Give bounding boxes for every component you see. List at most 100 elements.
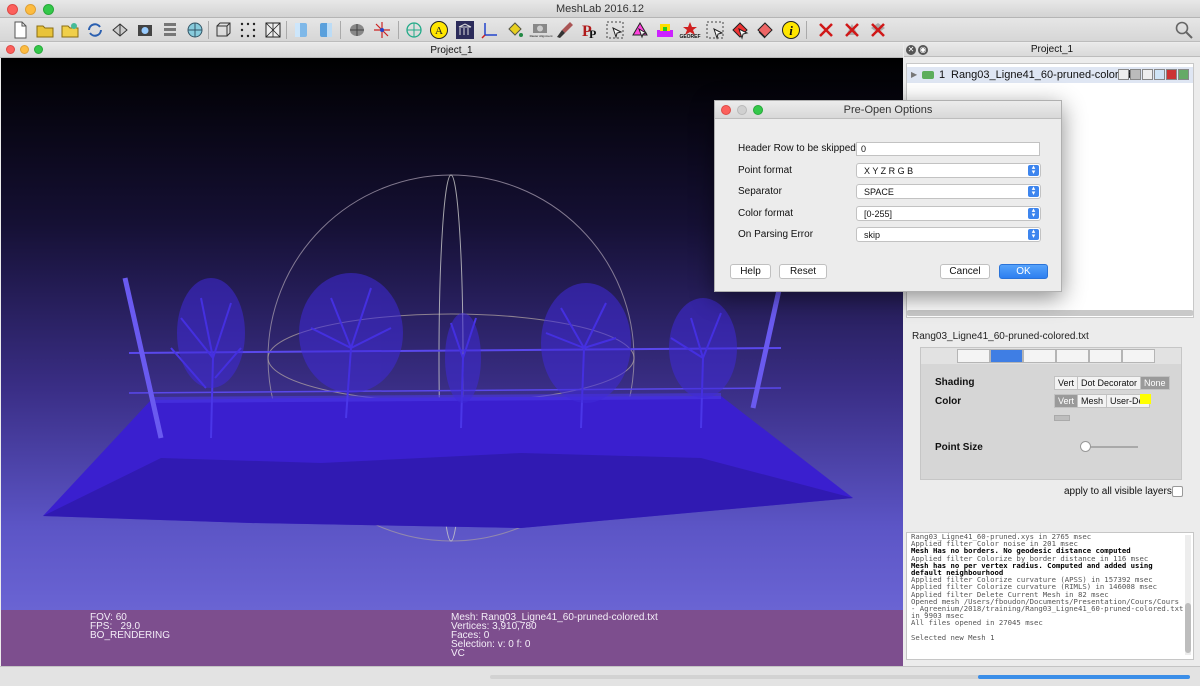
tab-texture[interactable] bbox=[1089, 349, 1122, 363]
annotation-a-icon[interactable]: A bbox=[429, 20, 449, 40]
reset-button[interactable]: Reset bbox=[779, 264, 827, 279]
mesh-tool-icon[interactable] bbox=[347, 20, 367, 40]
points-icon[interactable] bbox=[238, 20, 258, 40]
bounding-box-icon[interactable] bbox=[213, 20, 233, 40]
svg-text:A: A bbox=[435, 25, 443, 37]
points-mini-icon[interactable] bbox=[1130, 69, 1141, 80]
shade-mini-icon[interactable] bbox=[1154, 69, 1165, 80]
layer-panel-titlebar: ✕ ◉ Project_1 bbox=[904, 43, 1200, 57]
trackball-icon[interactable] bbox=[404, 20, 424, 40]
float-panel-icon[interactable]: ◉ bbox=[918, 45, 928, 55]
select-edit-icon[interactable] bbox=[755, 20, 775, 40]
info-icon[interactable]: i bbox=[781, 20, 801, 40]
select-face-icon[interactable] bbox=[630, 20, 650, 40]
mesh-info: Mesh: Rang03_Ligne41_60-pruned-colored.t… bbox=[451, 613, 658, 659]
minimize-viewport-button[interactable] bbox=[20, 45, 29, 54]
separator-select[interactable]: SPACE ▴ ▾ bbox=[856, 184, 1041, 199]
close-panel-icon[interactable]: ✕ bbox=[906, 45, 916, 55]
zoom-viewport-button[interactable] bbox=[34, 45, 43, 54]
search-icon[interactable] bbox=[1174, 20, 1194, 40]
vc-text: VC bbox=[451, 648, 465, 659]
wireframe-icon[interactable] bbox=[263, 20, 283, 40]
open-project-icon[interactable] bbox=[60, 20, 80, 40]
texture-mini-icon[interactable] bbox=[1166, 69, 1177, 80]
wire-mini-icon[interactable] bbox=[1142, 69, 1153, 80]
shading-vert-option[interactable]: Vert bbox=[1054, 376, 1079, 390]
globe-icon[interactable] bbox=[185, 20, 205, 40]
tab-wireframe[interactable] bbox=[1023, 349, 1056, 363]
museum-icon[interactable] bbox=[455, 20, 475, 40]
ok-button[interactable]: OK bbox=[999, 264, 1048, 279]
zoom-window-button[interactable] bbox=[43, 4, 54, 15]
delete-all-icon[interactable] bbox=[868, 20, 888, 40]
color-format-select[interactable]: [0-255] ▴ ▾ bbox=[856, 206, 1041, 221]
point-format-select[interactable]: X Y Z R G B ▴ ▾ bbox=[856, 163, 1041, 178]
user-color-swatch[interactable] bbox=[1140, 394, 1151, 404]
pp-icon[interactable]: PP bbox=[580, 20, 600, 41]
shading-none-option[interactable]: None bbox=[1140, 376, 1170, 390]
select-connected-icon[interactable] bbox=[730, 20, 750, 40]
reload-icon[interactable] bbox=[85, 20, 105, 40]
layer-list-scrollbar[interactable] bbox=[906, 310, 1194, 316]
color-picker-button[interactable] bbox=[1054, 415, 1070, 421]
dialog-zoom-button[interactable] bbox=[753, 105, 763, 115]
visibility-eye-icon[interactable] bbox=[922, 71, 934, 79]
tab-points[interactable] bbox=[990, 349, 1023, 363]
help-button[interactable]: Help bbox=[730, 264, 771, 279]
dialog-close-button[interactable] bbox=[721, 105, 731, 115]
cancel-button[interactable]: Cancel bbox=[940, 264, 990, 279]
delete-face-icon[interactable] bbox=[842, 20, 862, 40]
new-document-icon[interactable] bbox=[10, 20, 30, 40]
tab-solid[interactable] bbox=[1056, 349, 1089, 363]
color-paint-icon[interactable] bbox=[655, 20, 675, 40]
flat-shading-icon[interactable] bbox=[291, 20, 311, 40]
delete-vert-icon[interactable] bbox=[816, 20, 836, 40]
close-viewport-button[interactable] bbox=[6, 45, 15, 54]
camera-icon[interactable]: Raster Alignment bbox=[530, 20, 552, 40]
log-line: All files opened in 27045 msec bbox=[911, 618, 1043, 628]
shading-dot-decorator-option[interactable]: Dot Decorator bbox=[1077, 376, 1142, 390]
snapshot-icon[interactable] bbox=[135, 20, 155, 40]
select-vertex-icon[interactable] bbox=[605, 20, 625, 40]
select-area-icon[interactable] bbox=[705, 20, 725, 40]
box-mini-icon[interactable] bbox=[1118, 69, 1129, 80]
georef-icon[interactable]: GEOREF bbox=[679, 20, 701, 40]
import-mesh-icon[interactable] bbox=[110, 20, 130, 40]
log-scrollbar-thumb[interactable] bbox=[1185, 603, 1191, 653]
dialog-titlebar: Pre-Open Options bbox=[715, 101, 1061, 119]
axis-tool-icon[interactable] bbox=[372, 20, 392, 40]
render-info: FOV: 60 FPS: 29.0 BO_RENDERING bbox=[90, 613, 170, 641]
axes-icon[interactable] bbox=[480, 20, 500, 40]
color-vert-option[interactable]: Vert bbox=[1054, 394, 1079, 408]
viewport-title: Project_1 bbox=[430, 45, 473, 56]
window-controls bbox=[7, 4, 54, 15]
header-row-label: Header Row to be skipped bbox=[738, 143, 856, 154]
close-window-button[interactable] bbox=[7, 4, 18, 15]
separator-label: Separator bbox=[738, 186, 782, 197]
minimize-window-button[interactable] bbox=[25, 4, 36, 15]
color-mesh-option[interactable]: Mesh bbox=[1077, 394, 1108, 408]
on-error-select[interactable]: skip ▴ ▾ bbox=[856, 227, 1041, 242]
layer-index: 1 bbox=[939, 69, 946, 81]
brush-icon[interactable] bbox=[555, 20, 575, 40]
log-text: Rang03_Ligne41_60-pruned.xys in 2765 mse… bbox=[911, 533, 1183, 641]
layer-panel-title: Project_1 bbox=[1030, 44, 1074, 55]
layers-icon[interactable] bbox=[160, 20, 180, 40]
decorator-mesh-label: Rang03_Ligne41_60-pruned-colored.txt bbox=[912, 331, 1089, 342]
deco-mini-icon[interactable] bbox=[1178, 69, 1189, 80]
dialog-title: Pre-Open Options bbox=[843, 104, 933, 116]
header-row-input[interactable]: 0 bbox=[856, 142, 1040, 156]
open-folder-icon[interactable] bbox=[35, 20, 55, 40]
point-size-slider[interactable] bbox=[1084, 446, 1138, 448]
smooth-shading-icon[interactable] bbox=[316, 20, 336, 40]
log-window[interactable]: Rang03_Ligne41_60-pruned.xys in 2765 mse… bbox=[906, 532, 1194, 660]
point-size-slider-knob[interactable] bbox=[1080, 441, 1091, 452]
apply-all-checkbox[interactable] bbox=[1172, 486, 1183, 497]
layer-row[interactable]: ▶ 1 Rang03_Ligne41_60-pruned-colored bbox=[907, 67, 1193, 83]
shading-options: Vert Dot Decorator None bbox=[1054, 376, 1170, 390]
paint-bucket-icon[interactable] bbox=[505, 20, 525, 40]
tab-bbox[interactable] bbox=[957, 349, 990, 363]
layer-name: Rang03_Ligne41_60-pruned-colored bbox=[951, 69, 1131, 81]
tab-decorations[interactable] bbox=[1122, 349, 1155, 363]
expand-arrow-icon[interactable]: ▶ bbox=[911, 67, 917, 83]
